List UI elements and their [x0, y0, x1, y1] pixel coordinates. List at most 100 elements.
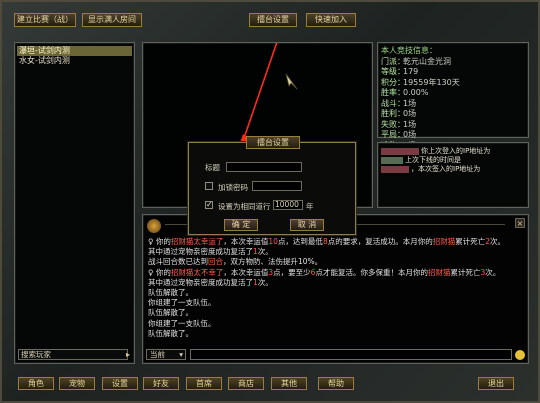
chat-input[interactable] [190, 349, 512, 360]
chat-line: 战斗回合数已达到回合，双方物防、法伤提升10%。 [148, 257, 523, 267]
channel-label: 当前 [150, 350, 165, 359]
info-title: 本人竞技信息： [381, 46, 437, 55]
info-row: 平局：0场 [381, 130, 525, 141]
info-key: 门派： [381, 56, 405, 66]
chat-segment: 10 [268, 237, 278, 246]
chat-line: 你组建了一支队伍。 [148, 298, 523, 308]
chat-segment: 你组建了一支队伍。 [148, 298, 216, 308]
info-value: 乾元山金光洞 [403, 56, 451, 66]
chat-segment: 点的要求，复活成功。本月你的 [327, 237, 433, 246]
chat-line: ♀ 你的招财猫太不幸了，本次幸运值3点，要至少6点才能复活。你多保重！本月你的招… [148, 268, 523, 278]
ip-line: 你上次登入的IP地址为 [381, 147, 525, 156]
same-level-checkbox[interactable]: ✓ [205, 201, 213, 209]
chat-line: ♀ 你的招财猫太幸运了，本次幸运值10点，达到最低8点的要求，复活成功。本月你的… [148, 237, 523, 247]
lock-checkbox[interactable] [205, 182, 213, 190]
chat-segment: 累计死亡 [450, 267, 481, 277]
list-item[interactable]: 瀑垣-试剑内测 [17, 46, 132, 56]
redacted-block [381, 156, 403, 164]
emoji-icon[interactable] [515, 350, 525, 360]
player-search-input[interactable]: 搜索玩家 [18, 349, 128, 360]
info-value: 0.00% [403, 88, 429, 97]
info-key: 失败： [381, 119, 405, 129]
info-row: 积分：19559年130天 [381, 78, 525, 89]
lock-label: 加锁密码 [218, 183, 248, 192]
chat-segment: 回合 [208, 257, 223, 267]
bottom-button[interactable]: 商店 [228, 377, 264, 390]
info-row: 胜率：0.00% [381, 88, 525, 99]
bottom-button[interactable]: 帮助 [318, 377, 354, 390]
redacted-block [381, 165, 409, 173]
cancel-button[interactable]: 取 消 [290, 219, 324, 231]
chat-segment: 招财猫 [432, 237, 456, 246]
chevron-down-icon: ▾ [179, 350, 183, 359]
level-unit: 年 [306, 202, 314, 211]
chat-segment: 点，要至少 [273, 267, 311, 277]
title-label: 标题 [205, 163, 220, 172]
chat-segment: 点才能复活。你多保重！本月你的 [315, 267, 428, 277]
chat-line: 队伍解散了。 [148, 329, 523, 339]
chat-segment: ，本次幸运值 [223, 267, 269, 277]
chat-line: 其中通过宠物亲密度成功复活了1次。 [148, 247, 523, 257]
info-value: 19559年130天 [403, 77, 460, 87]
info-row: 失败：1场 [381, 120, 525, 131]
chat-line: 其中通过宠物亲密度成功复活了1次。 [148, 278, 523, 288]
password-input[interactable] [252, 181, 302, 191]
cursor-arrow-icon [285, 73, 298, 90]
chat-log: ♀ 你的招财猫太幸运了，本次幸运值10点，达到最低8点的要求，复活成功。本月你的… [148, 237, 523, 341]
chat-line: 队伍解散了。 [148, 308, 523, 318]
chat-segment: 次。 [490, 237, 505, 246]
player-info-panel: 本人竞技信息： 门派：乾元山金光洞 等级：179 积分：19559年130天 胜… [377, 42, 529, 150]
game-frame: 建立比赛（战） 显示满人房间 擂台设置 快速加入 瀑垣-试剑内测 水女-试剑内测… [0, 0, 540, 403]
title-input[interactable] [226, 162, 302, 172]
chat-segment: 点，达到最低 [277, 237, 323, 246]
chat-channel-icon[interactable] [147, 219, 161, 233]
chat-segment: 招财猫太幸运了 [170, 237, 224, 246]
chat-segment: 你组建了一支队伍。 [148, 318, 216, 328]
scroll-arrow-icon[interactable]: ▸ [124, 350, 132, 359]
info-key: 等级： [381, 67, 405, 76]
bottom-button[interactable]: 宠物 [59, 377, 95, 390]
info-key: 胜率： [381, 88, 405, 97]
close-icon[interactable]: × [515, 218, 525, 228]
bottom-button[interactable]: 设置 [102, 377, 138, 390]
ip-line: ，本次签入的IP地址为 [381, 165, 525, 174]
chat-line: 队伍解散了。 [148, 288, 523, 298]
bottom-button[interactable]: 角色 [18, 377, 54, 390]
level-input[interactable]: 10000 [273, 200, 303, 210]
info-key: 平局： [381, 130, 405, 139]
chat-segment: 队伍解散了。 [148, 288, 193, 298]
player-list-panel: 瀑垣-试剑内测 水女-试剑内测 搜索玩家 ▸ [14, 42, 135, 364]
chat-segment: ♀ 你的 [148, 267, 171, 277]
info-key: 战斗： [381, 98, 405, 108]
info-value: 179 [403, 67, 419, 76]
ip-line: 上次下线的时间是 [381, 156, 525, 165]
quick-join-button[interactable]: 快速加入 [306, 13, 356, 27]
bottom-button[interactable]: 好友 [143, 377, 179, 390]
bottom-button[interactable]: 退出 [478, 377, 514, 390]
ip-text: ，本次签入的IP地址为 [411, 165, 481, 173]
dialog-title: 擂台设置 [246, 136, 300, 149]
confirm-button[interactable]: 确 定 [224, 219, 258, 231]
info-value: 1场 [403, 98, 417, 108]
info-key: 积分： [381, 77, 405, 87]
info-key: 胜利： [381, 109, 405, 118]
ip-text: 上次下线的时间是 [405, 156, 461, 164]
bottom-button[interactable]: 其他 [271, 377, 307, 390]
show-full-rooms-button[interactable]: 显示满人房间 [82, 13, 142, 27]
arena-settings-button[interactable]: 擂台设置 [249, 13, 297, 27]
redacted-block [381, 147, 419, 155]
chat-segment: ，本次幸运值 [223, 237, 269, 246]
list-item[interactable]: 水女-试剑内测 [17, 56, 132, 66]
bottom-button[interactable]: 首席 [186, 377, 222, 390]
info-row: 战斗：1场 [381, 99, 525, 110]
chat-segment: 战斗回合数已达到 [148, 257, 208, 267]
chat-segment: 次。 [257, 277, 273, 287]
chat-segment: 次。 [257, 247, 273, 257]
channel-select[interactable]: 当前 ▾ [146, 349, 186, 360]
info-row: 胜利：0场 [381, 109, 525, 120]
ip-info-panel: 你上次登入的IP地址为 上次下线的时间是 ，本次签入的IP地址为 [377, 142, 529, 208]
info-value: 1场 [403, 119, 417, 129]
info-row: 等级：179 [381, 67, 525, 78]
chat-segment: 队伍解散了。 [148, 308, 193, 318]
create-match-button[interactable]: 建立比赛（战） [14, 13, 76, 27]
